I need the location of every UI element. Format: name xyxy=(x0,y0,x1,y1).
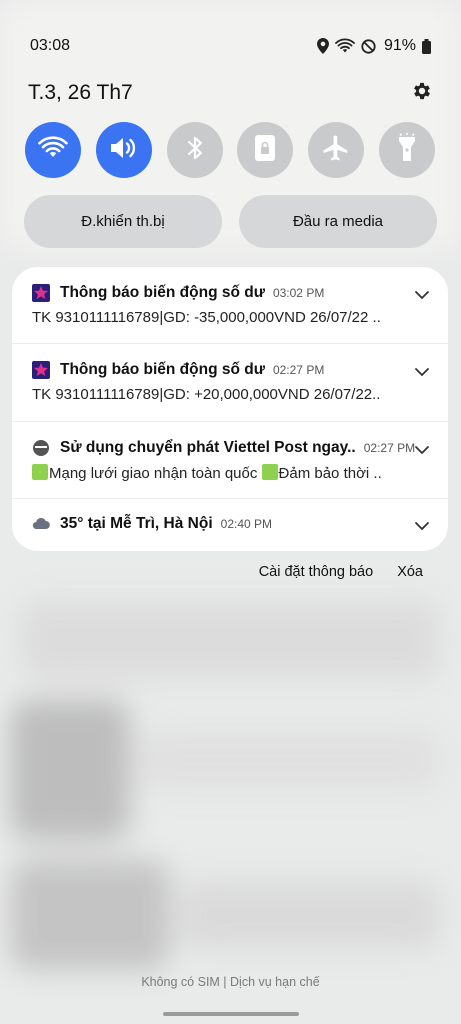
notification-time: 03:02 PM xyxy=(272,286,325,300)
notification-time: 02:40 PM xyxy=(220,517,273,531)
flashlight-icon xyxy=(396,132,418,168)
notification-title: Thông báo biến động số dư xyxy=(60,284,265,301)
device-control-button[interactable]: Đ.khiển th.bị xyxy=(24,195,222,248)
toggle-bluetooth[interactable] xyxy=(166,122,223,178)
toggle-wifi[interactable] xyxy=(25,122,81,178)
control-pills: Đ.khiển th.bị Đầu ra media xyxy=(24,195,437,248)
notification-body-part2: Đảm bảo thời .. xyxy=(278,465,382,482)
do-not-disturb-icon xyxy=(361,38,376,54)
notification-actions: Cài đặt thông báo Xóa xyxy=(259,564,423,580)
airplane-icon xyxy=(321,133,351,168)
chevron-down-icon[interactable] xyxy=(414,287,430,300)
notification-time: 02:27 PM xyxy=(363,441,416,455)
status-bar: 03:08 91% xyxy=(0,30,461,62)
notification-body: TK 9310111116789|GD: +20,000,000VND 26/0… xyxy=(32,386,381,403)
notification-title: Sử dụng chuyển phát Viettel Post ngay.. xyxy=(60,439,356,456)
date-label: T.3, 26 Th7 xyxy=(28,81,133,104)
chevron-down-icon[interactable] xyxy=(414,518,430,531)
viettel-post-icon xyxy=(32,439,50,457)
notification-item[interactable]: Thông báo biến động số dư 03:02 PM TK 93… xyxy=(12,267,448,344)
date-row: T.3, 26 Th7 xyxy=(28,78,433,108)
notification-body: TK 9310111116789|GD: -35,000,000VND 26/0… xyxy=(32,309,381,326)
chevron-down-icon[interactable] xyxy=(414,364,430,377)
bank-app-icon xyxy=(32,284,50,302)
wifi-icon xyxy=(335,38,355,54)
notification-body-part1: Mạng lưới giao nhận toàn quốc xyxy=(49,465,262,482)
notification-item[interactable]: Thông báo biến động số dư 02:27 PM TK 93… xyxy=(12,344,448,422)
toggle-flashlight[interactable] xyxy=(378,122,435,178)
bluetooth-icon xyxy=(186,135,204,166)
sparkle-icon xyxy=(261,464,278,480)
gear-icon[interactable] xyxy=(411,80,433,107)
notification-body: Mạng lưới giao nhận toàn quốc Đảm bảo th… xyxy=(32,464,408,482)
bank-app-icon xyxy=(32,361,50,379)
notification-settings-button[interactable]: Cài đặt thông báo xyxy=(259,564,373,580)
status-time: 03:08 xyxy=(30,37,71,54)
notification-item[interactable]: Sử dụng chuyển phát Viettel Post ngay.. … xyxy=(12,422,448,499)
media-output-button[interactable]: Đầu ra media xyxy=(239,195,437,248)
quick-toggles xyxy=(25,122,435,178)
speaker-icon xyxy=(109,135,139,166)
cloud-icon xyxy=(32,515,50,533)
toggle-rotation-lock[interactable] xyxy=(237,122,294,178)
toggle-sound[interactable] xyxy=(95,122,152,178)
battery-percent: 91% xyxy=(383,37,416,54)
clear-notifications-button[interactable]: Xóa xyxy=(397,564,423,580)
notification-item[interactable]: 35° tại Mễ Trì, Hà Nội 02:40 PM xyxy=(12,499,448,551)
notification-title: 35° tại Mễ Trì, Hà Nội xyxy=(60,515,213,532)
lock-icon xyxy=(254,134,276,167)
home-indicator[interactable] xyxy=(163,1012,299,1016)
notification-title: Thông báo biến động số dư xyxy=(60,361,265,378)
chevron-down-icon[interactable] xyxy=(414,442,430,455)
toggle-airplane-mode[interactable] xyxy=(308,122,365,178)
location-icon xyxy=(316,38,329,54)
notification-panel: Thông báo biến động số dư 03:02 PM TK 93… xyxy=(12,267,448,551)
sim-status-text: Không có SIM | Dịch vụ hạn chế xyxy=(141,975,320,989)
battery-icon xyxy=(422,38,431,54)
notification-time: 02:27 PM xyxy=(272,363,325,377)
status-icons: 91% xyxy=(316,37,431,55)
sparkle-icon xyxy=(32,464,48,480)
wifi-icon xyxy=(38,135,68,165)
